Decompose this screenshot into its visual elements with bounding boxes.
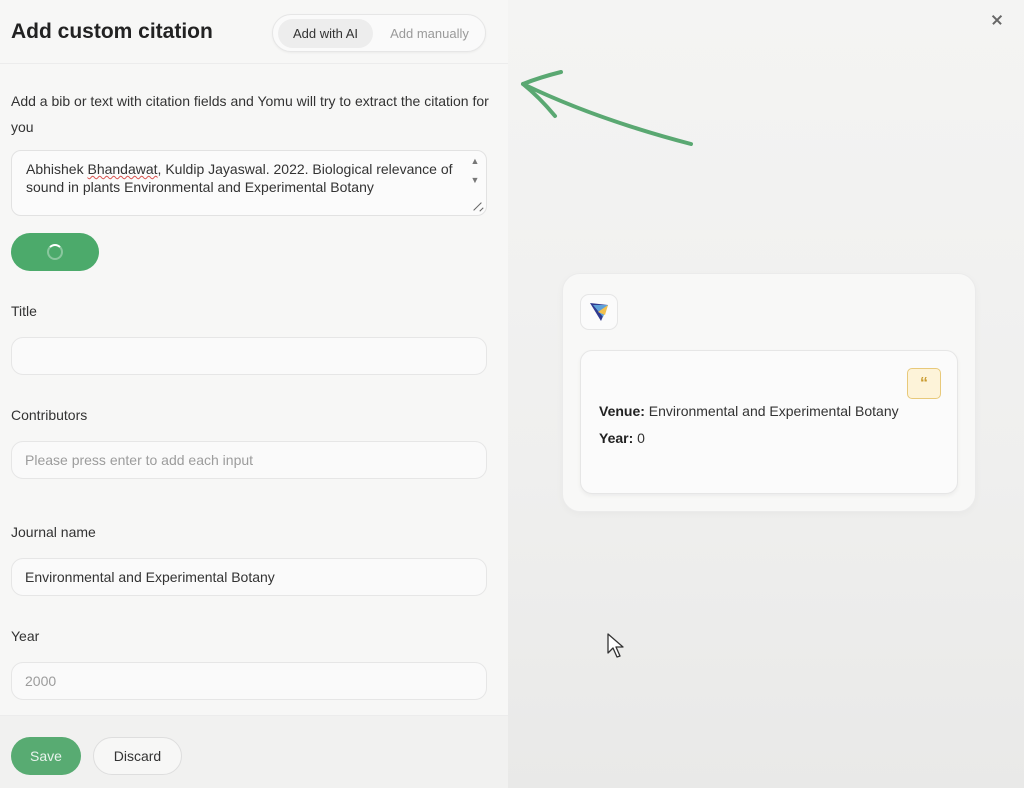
instructions-text: Add a bib or text with citation fields a… — [11, 93, 489, 135]
tab-add-manually[interactable]: Add manually — [377, 19, 482, 48]
discard-button[interactable]: Discard — [93, 737, 182, 775]
year-input[interactable]: 2000 — [11, 662, 487, 700]
scroll-up-icon[interactable]: ▲ — [469, 156, 481, 166]
dialog-title: Add custom citation — [11, 20, 213, 43]
venue-line: Venue: Environmental and Experimental Bo… — [599, 403, 899, 419]
save-button[interactable]: Save — [11, 737, 81, 775]
misspelled-word: Bhandawat — [87, 161, 158, 177]
annotation-arrow — [521, 70, 693, 146]
year-line: Year: 0 — [599, 430, 645, 446]
citation-text-value: Abhishek Bhandawat, Kuldip Jayaswal. 202… — [26, 161, 453, 195]
yomu-logo-icon — [580, 294, 618, 330]
resize-icon[interactable] — [471, 200, 483, 212]
citation-preview-card: “ Venue: Environmental and Experimental … — [562, 273, 976, 512]
close-icon[interactable] — [988, 11, 1006, 29]
spinner-icon — [47, 244, 63, 260]
citation-form-panel: Add custom citation Add with AI Add manu… — [0, 0, 508, 788]
journal-input[interactable]: Environmental and Experimental Botany — [11, 558, 487, 596]
year-label: Year — [11, 628, 40, 644]
scroll-down-icon[interactable]: ▼ — [469, 175, 481, 185]
dialog-footer: Save Discard — [0, 715, 508, 788]
contributors-label: Contributors — [11, 407, 88, 423]
mode-toggle: Add with AI Add manually — [272, 14, 486, 52]
quote-icon[interactable]: “ — [907, 368, 941, 399]
citation-text-input[interactable]: Abhishek Bhandawat, Kuldip Jayaswal. 202… — [11, 150, 487, 216]
journal-label: Journal name — [11, 524, 96, 540]
title-input[interactable] — [11, 337, 487, 375]
tab-add-with-ai[interactable]: Add with AI — [278, 19, 373, 48]
contributors-input[interactable]: Please press enter to add each input — [11, 441, 487, 479]
mouse-cursor-icon — [607, 633, 624, 658]
title-label: Title — [11, 303, 37, 319]
extract-button[interactable] — [11, 233, 99, 271]
citation-details-card: “ Venue: Environmental and Experimental … — [580, 350, 958, 494]
dialog-header: Add custom citation Add with AI Add manu… — [0, 0, 508, 64]
